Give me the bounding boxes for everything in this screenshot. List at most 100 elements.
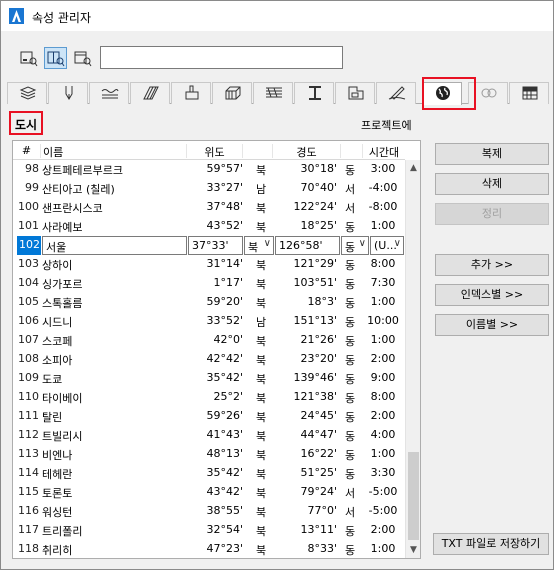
ew-dropdown[interactable]: 동 ∨ (341, 236, 369, 255)
table-row[interactable]: 111 탈린 59°26' 북 24°45' 동 2:00 (13, 407, 405, 426)
row-number: 105 (18, 295, 39, 308)
longitude: 30°18' (300, 162, 337, 175)
east-west: 동 (344, 449, 356, 462)
timezone: -5:00 (368, 485, 398, 498)
save-txt-button[interactable]: TXT 파일로 저장하기 (433, 533, 549, 555)
row-number: 109 (18, 371, 39, 384)
timezone: 1:00 (370, 219, 396, 232)
row-number: 103 (18, 257, 39, 270)
table-row[interactable]: 104 싱가포르 1°17' 북 103°51' 동 7:30 (13, 274, 405, 293)
table-row[interactable]: 99 산티아고 (칠레) 33°27' 남 70°40' 서 -4:00 (13, 179, 405, 198)
tab-schedules[interactable] (509, 82, 549, 104)
list-view-button[interactable] (17, 47, 40, 69)
tab-line-types[interactable] (89, 82, 129, 104)
ns-dropdown[interactable]: 북 ∨ (244, 236, 274, 255)
add-button[interactable]: 추가 >> (435, 254, 549, 276)
table-row[interactable]: 106 시드니 33°52' 남 151°13' 동 10:00 (13, 312, 405, 331)
timezone: 1:00 (370, 542, 396, 555)
table-row[interactable]: 114 테헤란 35°42' 북 51°25' 동 3:30 (13, 464, 405, 483)
tab-profiles[interactable] (294, 82, 334, 104)
tab-fills[interactable] (130, 82, 170, 104)
search-input[interactable] (100, 46, 343, 69)
section-highlight-frame (9, 111, 43, 135)
latitude: 35°42' (206, 371, 243, 384)
table-row[interactable]: 103 상하이 31°14' 북 121°29' 동 8:00 (13, 255, 405, 274)
city-name: 도쿄 (42, 373, 63, 386)
table-row[interactable]: 101 사라예보 43°52' 북 18°25' 동 1:00 (13, 217, 405, 236)
tab-building-materials[interactable] (171, 82, 211, 104)
city-name: 산티아고 (칠레) (42, 183, 115, 196)
by-index-button[interactable]: 인덱스별 >> (435, 284, 549, 306)
tab-layers[interactable] (7, 82, 47, 104)
east-west: 동 (344, 430, 356, 443)
scroll-up-arrow-icon[interactable]: ▲ (406, 162, 420, 174)
longitude: 18°25' (300, 219, 337, 232)
col-header-timezone[interactable]: 시간대 (363, 144, 405, 159)
table-row[interactable]: 118 취리히 47°23' 북 8°33' 동 1:00 (13, 540, 405, 558)
table-row[interactable]: 105 스톡홀름 59°20' 북 18°3' 동 1:00 (13, 293, 405, 312)
table-row[interactable]: 102 서울 37°33' 북 ∨ 126°58' 동 ∨ (U... ∨ (13, 236, 405, 255)
longitude: 151°13' (293, 314, 337, 327)
east-west: 동 (344, 335, 356, 348)
latitude: 42°42' (206, 352, 243, 365)
north-south: 북 (255, 411, 267, 424)
duplicate-button[interactable]: 복제 (435, 143, 549, 165)
latitude-field[interactable]: 37°33' (188, 236, 243, 255)
row-number: 108 (18, 352, 39, 365)
table-row[interactable]: 100 샌프란시스코 37°48' 북 122°24' 서 -8:00 (13, 198, 405, 217)
timezone: -4:00 (368, 181, 398, 194)
col-header-number[interactable]: # (13, 144, 41, 158)
table-row[interactable]: 108 소피아 42°42' 북 23°20' 동 2:00 (13, 350, 405, 369)
city-name: 타이베이 (42, 392, 83, 405)
by-name-button[interactable]: 이름별 >> (435, 314, 549, 336)
col-header-longitude[interactable]: 경도 (273, 144, 341, 159)
city-name-field[interactable]: 서울 (42, 236, 187, 255)
table-row[interactable]: 112 트빌리시 41°43' 북 44°47' 동 4:00 (13, 426, 405, 445)
tab-surfaces[interactable] (253, 82, 293, 104)
table-row[interactable]: 113 비엔나 48°13' 북 16°22' 동 1:00 (13, 445, 405, 464)
scroll-thumb[interactable] (408, 452, 419, 540)
east-west: 동 (344, 297, 356, 310)
table-row[interactable]: 116 워싱턴 38°55' 북 77°0' 서 -5:00 (13, 502, 405, 521)
col-header-ns[interactable] (243, 144, 273, 158)
detail-view-button[interactable] (71, 47, 94, 69)
row-number: 107 (18, 333, 39, 346)
table-row[interactable]: 115 토론토 43°42' 북 79°24' 서 -5:00 (13, 483, 405, 502)
east-west: 동 (344, 392, 356, 405)
east-west: 서 (344, 487, 356, 500)
latitude: 38°55' (206, 504, 243, 517)
split-view-button[interactable] (44, 47, 67, 69)
tab-composites[interactable] (212, 82, 252, 104)
tab-markup-styles[interactable] (376, 82, 416, 104)
city-name: 트리폴리 (42, 525, 83, 538)
city-name: 시드니 (42, 316, 73, 329)
table-row[interactable]: 117 트리폴리 32°54' 북 13°11' 동 2:00 (13, 521, 405, 540)
table-row[interactable]: 98 상트페테르부르크 59°57' 북 30°18' 동 3:00 (13, 160, 405, 179)
north-south: 북 (255, 430, 267, 443)
table-row[interactable]: 110 타이베이 25°2' 북 121°38' 동 8:00 (13, 388, 405, 407)
timezone: 3:30 (370, 466, 396, 479)
north-south: 북 (255, 335, 267, 348)
timezone: -8:00 (368, 200, 398, 213)
tab-pens[interactable] (48, 82, 88, 104)
table-scrollbar[interactable]: ▲ ▼ (405, 160, 420, 558)
longitude: 8°33' (307, 542, 337, 555)
longitude: 51°25' (300, 466, 337, 479)
longitude-field[interactable]: 126°58' (275, 236, 340, 255)
timezone-dropdown[interactable]: (U... ∨ (370, 236, 404, 255)
table-row[interactable]: 109 도쿄 35°42' 북 139°46' 동 9:00 (13, 369, 405, 388)
delete-button[interactable]: 삭제 (435, 173, 549, 195)
table-row[interactable]: 107 스코페 42°0' 북 21°26' 동 1:00 (13, 331, 405, 350)
north-south: 북 (255, 506, 267, 519)
purge-button[interactable]: 정리 (435, 203, 549, 225)
tab-zones[interactable] (335, 82, 375, 104)
latitude: 47°23' (206, 542, 243, 555)
col-header-name[interactable]: 이름 (41, 144, 187, 159)
col-header-latitude[interactable]: 위도 (187, 144, 243, 159)
city-name: 상하이 (42, 259, 73, 272)
row-number: 110 (18, 390, 39, 403)
city-table: # 이름 위도 경도 시간대 98 상트페테르부르크 59°57' 북 30°18' 동 3… (12, 140, 421, 559)
col-header-ew[interactable] (341, 144, 363, 158)
scroll-down-arrow-icon[interactable]: ▼ (406, 544, 420, 556)
longitude: 79°24' (300, 485, 337, 498)
